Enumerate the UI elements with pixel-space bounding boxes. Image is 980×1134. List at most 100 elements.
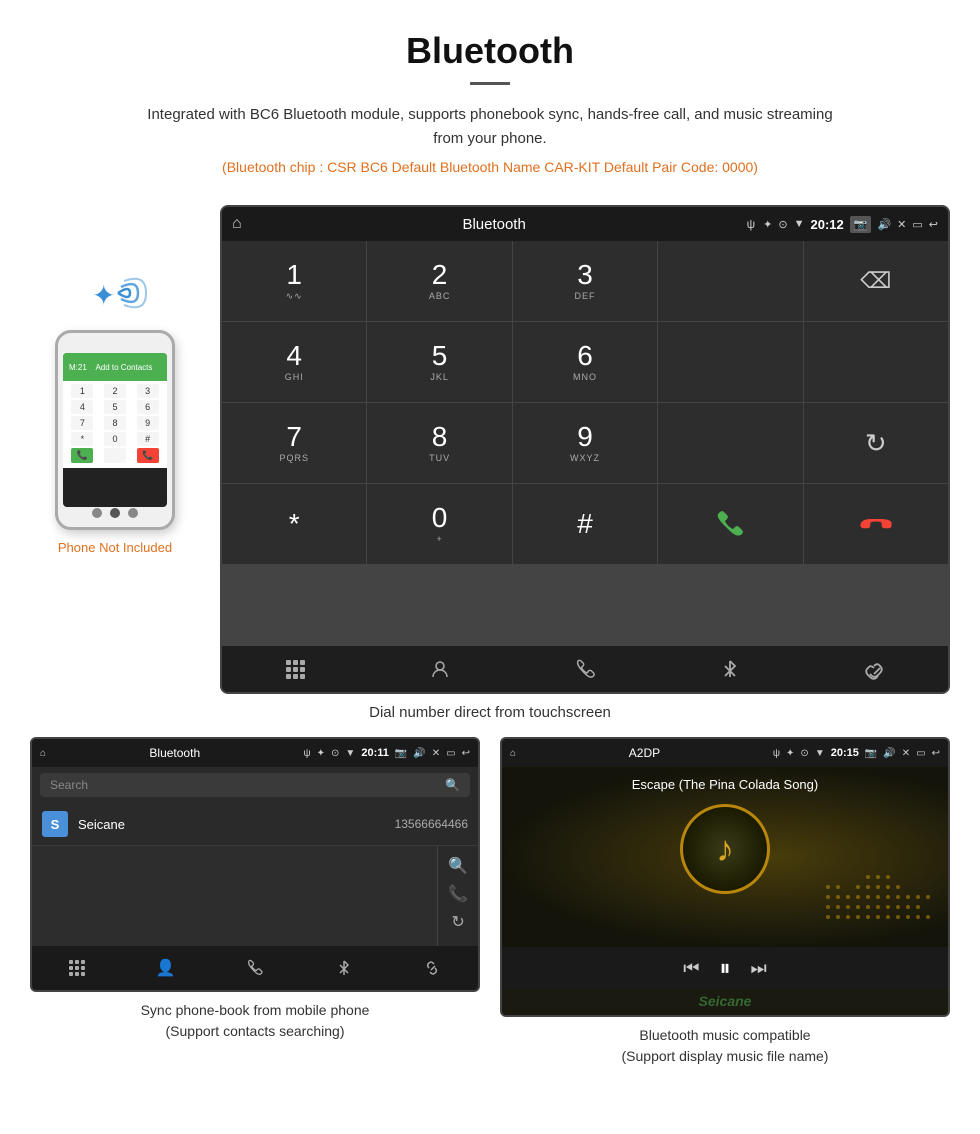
volume-icon: 🔊 [877, 218, 891, 231]
phone-container: ✦ M:21 Add to Contacts 1 2 3 [30, 205, 200, 555]
call-log-icon [574, 658, 596, 680]
pb-side-refresh-icon[interactable]: ↻ [451, 912, 464, 932]
phone-keypad-row: 7 8 9 [66, 416, 164, 430]
dial-empty-3 [804, 322, 948, 402]
page-title: Bluetooth [60, 30, 920, 72]
phone-key-0: 0 [104, 432, 126, 446]
bluetooth-icon [719, 658, 741, 680]
pb-cam-icon: 📷 [395, 748, 407, 759]
backspace-icon: ⌫ [860, 268, 891, 294]
bluetooth-signal-icon: ✦ [80, 265, 150, 325]
pb-bottom-bar: 👤 [32, 946, 478, 990]
dial-key-2[interactable]: 2 ABC [367, 241, 511, 321]
svg-text:✦: ✦ [92, 280, 115, 311]
bluetooth-status-icon: ✦ [763, 218, 772, 231]
dial-key-6[interactable]: 6 MNO [513, 322, 657, 402]
dial-key-star[interactable]: * [222, 484, 366, 564]
dial-call-red[interactable] [804, 484, 948, 564]
pb-usb-icon: ψ [304, 748, 311, 759]
seicane-watermark: Seicane [699, 993, 752, 1009]
pb-side-search-icon[interactable]: 🔍 [448, 856, 468, 876]
pb-bottom-link[interactable] [389, 954, 478, 982]
pb-back-icon: ↩ [462, 748, 470, 759]
dial-refresh[interactable]: ↻ [804, 403, 948, 483]
phone-keypad-row: 1 2 3 [66, 384, 164, 398]
bottom-contacts-icon[interactable] [367, 646, 512, 692]
call-green-icon [712, 506, 748, 542]
phone-key-6: 6 [137, 400, 159, 414]
status-time: 20:12 [811, 217, 844, 232]
music-screen-wrap: ⌂ A2DP ψ ✦ ⊙ ▼ 20:15 📷 🔊 ✕ ▭ ↩ [500, 737, 950, 1067]
dial-key-hash[interactable]: # [513, 484, 657, 564]
link-icon [864, 658, 886, 680]
music-note-icon: ♪ [716, 828, 734, 870]
pb-bottom-call[interactable] [210, 954, 299, 982]
dial-empty-1 [658, 241, 802, 321]
dialpad-grid: 1 ∿∿ 2 ABC 3 DEF ⌫ 4 GHI 5 JKL [222, 241, 948, 645]
status-icons: ✦ ⊙ ▼ 20:12 📷 🔊 ✕ ▭ ↩ [763, 216, 938, 233]
music-song-title: Escape (The Pina Colada Song) [632, 777, 818, 792]
bottom-link-icon[interactable] [803, 646, 948, 692]
pb-vol-icon: 🔊 [413, 748, 425, 759]
back-icon: ↩ [929, 218, 938, 231]
dial-key-0[interactable]: 0 + [367, 484, 511, 564]
dial-key-9[interactable]: 9 WXYZ [513, 403, 657, 483]
dialpad-screen: ⌂ Bluetooth ψ ✦ ⊙ ▼ 20:12 📷 🔊 ✕ ▭ ↩ 1 ∿∿ [220, 205, 950, 694]
bottom-call-icon[interactable] [512, 646, 657, 692]
title-divider [470, 82, 510, 85]
pb-contact-row[interactable]: S Seicane 13566664466 [32, 803, 478, 846]
dial-call-green[interactable] [658, 484, 802, 564]
dial-key-1[interactable]: 1 ∿∿ [222, 241, 366, 321]
phone-key-8: 8 [104, 416, 126, 430]
music-play-icon[interactable]: ⏸ [719, 955, 730, 981]
phone-menu-btn [128, 508, 138, 518]
call-red-icon [858, 506, 894, 542]
pb-loc-icon: ⊙ [331, 748, 339, 759]
pb-title: Bluetooth [52, 746, 297, 760]
phone-key-star: * [71, 432, 93, 446]
music-screen: ⌂ A2DP ψ ✦ ⊙ ▼ 20:15 📷 🔊 ✕ ▭ ↩ [500, 737, 950, 1017]
pb-bottom-keypad[interactable] [32, 954, 121, 982]
page-description: Integrated with BC6 Bluetooth module, su… [140, 103, 840, 151]
music-body: Escape (The Pina Colada Song) ♪ [502, 767, 948, 947]
phone-key-1: 1 [71, 384, 93, 398]
phone-key-2: 2 [104, 384, 126, 398]
pb-search-placeholder: Search [50, 778, 445, 792]
main-content: ✦ M:21 Add to Contacts 1 2 3 [0, 205, 980, 694]
music-next-icon[interactable]: ⏭ [751, 958, 767, 979]
pb-bt-icon: ✦ [317, 748, 325, 759]
dial-key-5[interactable]: 5 JKL [367, 322, 511, 402]
dial-backspace[interactable]: ⌫ [804, 241, 948, 321]
pb-win-icon: ▭ [446, 748, 455, 759]
pb-search-icon[interactable]: 🔍 [445, 778, 460, 792]
music-bt-icon: ✦ [786, 748, 794, 759]
music-album-art: ♪ [680, 804, 770, 894]
bottom-dialpad-icon[interactable] [222, 646, 367, 692]
phone-key-5: 5 [104, 400, 126, 414]
pb-statusbar: ⌂ Bluetooth ψ ✦ ⊙ ▼ 20:11 📷 🔊 ✕ ▭ ↩ [32, 739, 478, 767]
pb-bottom-bluetooth[interactable] [300, 954, 389, 982]
pb-contact-number: 13566664466 [395, 817, 468, 831]
contacts-icon [429, 658, 451, 680]
phone-bottom-row: 📞 📞 [66, 448, 164, 463]
bluetooth-specs: (Bluetooth chip : CSR BC6 Default Blueto… [60, 159, 920, 175]
dial-key-4[interactable]: 4 GHI [222, 322, 366, 402]
phone-key-4: 4 [71, 400, 93, 414]
page-header: Bluetooth Integrated with BC6 Bluetooth … [0, 0, 980, 205]
bottom-bluetooth-icon[interactable] [658, 646, 803, 692]
music-prev-icon[interactable]: ⏮ [683, 958, 699, 979]
dial-key-3[interactable]: 3 DEF [513, 241, 657, 321]
usb-icon: ψ [747, 217, 756, 231]
dial-key-8[interactable]: 8 TUV [367, 403, 511, 483]
pb-search-bar[interactable]: Search 🔍 [40, 773, 470, 797]
dial-key-7[interactable]: 7 PQRS [222, 403, 366, 483]
pb-side-call-icon[interactable]: 📞 [448, 884, 468, 904]
music-cam-icon: 📷 [865, 748, 877, 759]
phone-back-btn [92, 508, 102, 518]
dialpad-caption: Dial number direct from touchscreen [0, 704, 980, 721]
phone-screen-header: M:21 Add to Contacts [63, 353, 167, 381]
phonebook-screen: ⌂ Bluetooth ψ ✦ ⊙ ▼ 20:11 📷 🔊 ✕ ▭ ↩ Sear… [30, 737, 480, 992]
pb-bottom-contacts[interactable]: 👤 [121, 954, 210, 982]
phone-keypad-row: * 0 # [66, 432, 164, 446]
pb-x-icon: ✕ [432, 748, 440, 759]
